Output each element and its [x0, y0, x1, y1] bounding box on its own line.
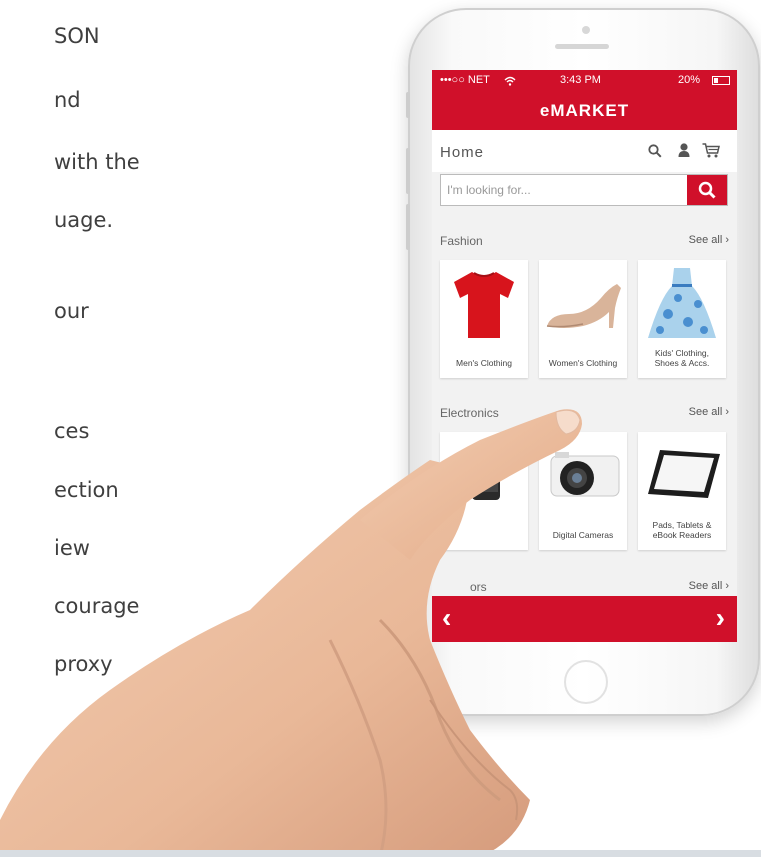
page-divider [0, 850, 761, 857]
hand-image [0, 409, 582, 857]
